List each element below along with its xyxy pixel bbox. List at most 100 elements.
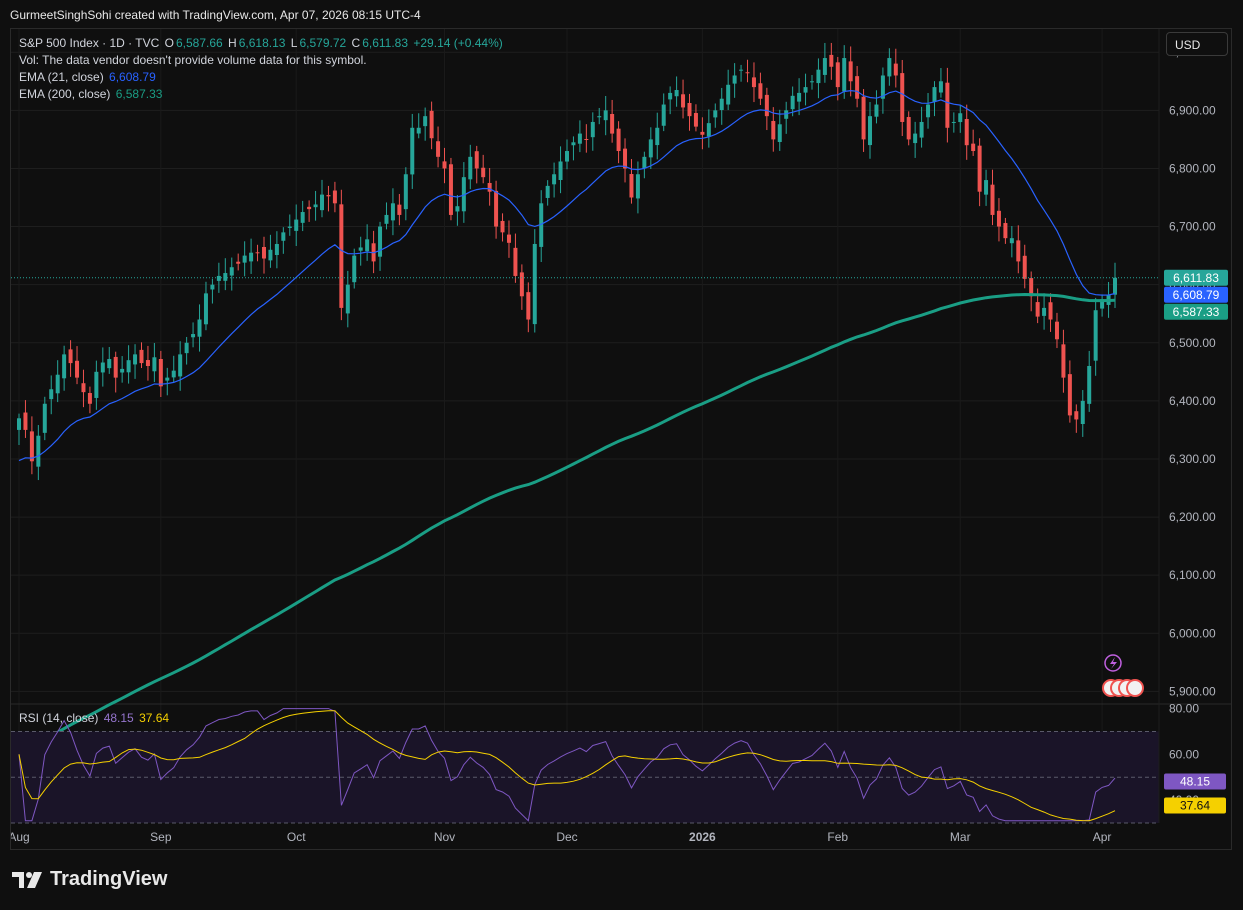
candle-body (313, 204, 318, 208)
ema200-legend[interactable]: EMA (200, close) 6,587.33 (19, 87, 164, 101)
candle-body (906, 117, 911, 140)
candle-body (236, 261, 241, 264)
symbol-label[interactable]: S&P 500 Index · 1D · TVC (19, 36, 159, 50)
candle-body (1067, 374, 1072, 416)
price-tick-label: 6,700.00 (1169, 220, 1216, 234)
ohlc-legend[interactable]: S&P 500 Index · 1D · TVC O 6,587.66 H 6,61… (19, 36, 505, 50)
candle-body (835, 62, 840, 88)
ema21-legend[interactable]: EMA (21, close) 6,608.79 (19, 70, 158, 84)
candle-body (1022, 255, 1027, 279)
price-badge-label: 6,611.83 (1173, 271, 1219, 285)
rsi-tick-label: 60.00 (1169, 747, 1199, 761)
candle-body (1080, 400, 1085, 425)
candle-body (745, 72, 750, 74)
ema200-label: EMA (200, close) (19, 87, 111, 101)
candle-body (790, 95, 795, 110)
candle-body (249, 252, 254, 262)
candle-body (603, 110, 608, 121)
candle-body (661, 104, 666, 126)
candle-body (113, 356, 118, 378)
candle-body (1093, 310, 1098, 361)
candle-body (287, 226, 292, 228)
price-tick-label: 6,100.00 (1169, 568, 1216, 582)
candle-body (481, 167, 486, 178)
candle-body (558, 161, 563, 181)
candle-body (545, 185, 550, 198)
candle-body (777, 124, 782, 142)
candle-body (971, 143, 976, 152)
candle-body (403, 174, 408, 210)
candle-body (436, 141, 441, 157)
candle-body (307, 206, 312, 210)
candle-body (655, 127, 660, 146)
low-value: 6,579.72 (299, 36, 347, 50)
candle-body (326, 195, 331, 197)
candle-body (133, 354, 138, 365)
tradingview-logo: TradingView (12, 868, 167, 891)
candle-body (552, 174, 557, 185)
candle-body (919, 121, 924, 138)
lightning-icon-glyph (1110, 657, 1117, 669)
candle-body (577, 133, 582, 144)
candle-body (274, 243, 279, 256)
candle-body (616, 128, 621, 152)
ema200-value: 6,587.33 (115, 87, 163, 101)
candle-body (378, 226, 383, 257)
time-tick-label: Dec (556, 830, 577, 844)
candle-body (487, 182, 492, 192)
candle-body (474, 151, 479, 169)
candle-body (816, 69, 821, 84)
price-tick-label: 5,900.00 (1169, 684, 1216, 698)
price-tick-label: 6,400.00 (1169, 394, 1216, 408)
candle-body (926, 104, 931, 118)
candle-body (526, 292, 531, 320)
candle-body (629, 174, 634, 198)
candle-body (610, 113, 615, 134)
candle-body (861, 96, 866, 140)
candle-body (126, 360, 131, 373)
candle-body (448, 164, 453, 215)
price-tick-label: 6,200.00 (1169, 510, 1216, 524)
low-label: L (290, 36, 298, 50)
rsi-label: RSI (14, close) (19, 711, 99, 725)
high-label: H (228, 36, 237, 50)
candle-body (410, 127, 415, 175)
candle-body (887, 58, 892, 77)
candle-body (468, 156, 473, 180)
candle-body (197, 319, 202, 337)
candle-body (216, 275, 221, 281)
candle-body (300, 212, 305, 223)
candle-body (681, 94, 686, 108)
candle-body (268, 249, 273, 261)
candle-body (809, 81, 814, 83)
currency-button[interactable]: USD (1166, 32, 1228, 56)
candle-body (261, 247, 266, 259)
rsi-legend[interactable]: RSI (14, close) 48.15 37.64 (19, 711, 171, 725)
candle-body (320, 194, 325, 211)
tradingview-logo-icon (12, 871, 42, 888)
candle-body (565, 151, 569, 162)
candle-body (1113, 277, 1117, 295)
candle-body (732, 75, 737, 84)
candle-body (519, 272, 524, 297)
candle-body (145, 360, 150, 366)
price-chart[interactable]: 7,000.006,900.006,800.006,700.006,600.00… (11, 29, 1231, 849)
candle-body (623, 148, 628, 169)
candle-body (94, 371, 99, 398)
us-flag-events-icon (1126, 679, 1144, 697)
candle-body (1009, 238, 1014, 244)
candle-body (506, 234, 511, 243)
candle-body (294, 219, 299, 231)
candle-body (842, 58, 847, 92)
candle-body (29, 431, 34, 462)
candle-body (868, 116, 873, 146)
candle-body (352, 255, 357, 283)
rsi-tick-label: 80.00 (1169, 702, 1199, 716)
candle-body (23, 412, 28, 430)
candle-body (751, 77, 756, 88)
chart-panel[interactable]: 7,000.006,900.006,800.006,700.006,600.00… (10, 28, 1232, 850)
candle-body (42, 403, 47, 433)
candle-body (68, 349, 73, 364)
candle-body (855, 76, 860, 99)
candle-body (784, 110, 789, 119)
